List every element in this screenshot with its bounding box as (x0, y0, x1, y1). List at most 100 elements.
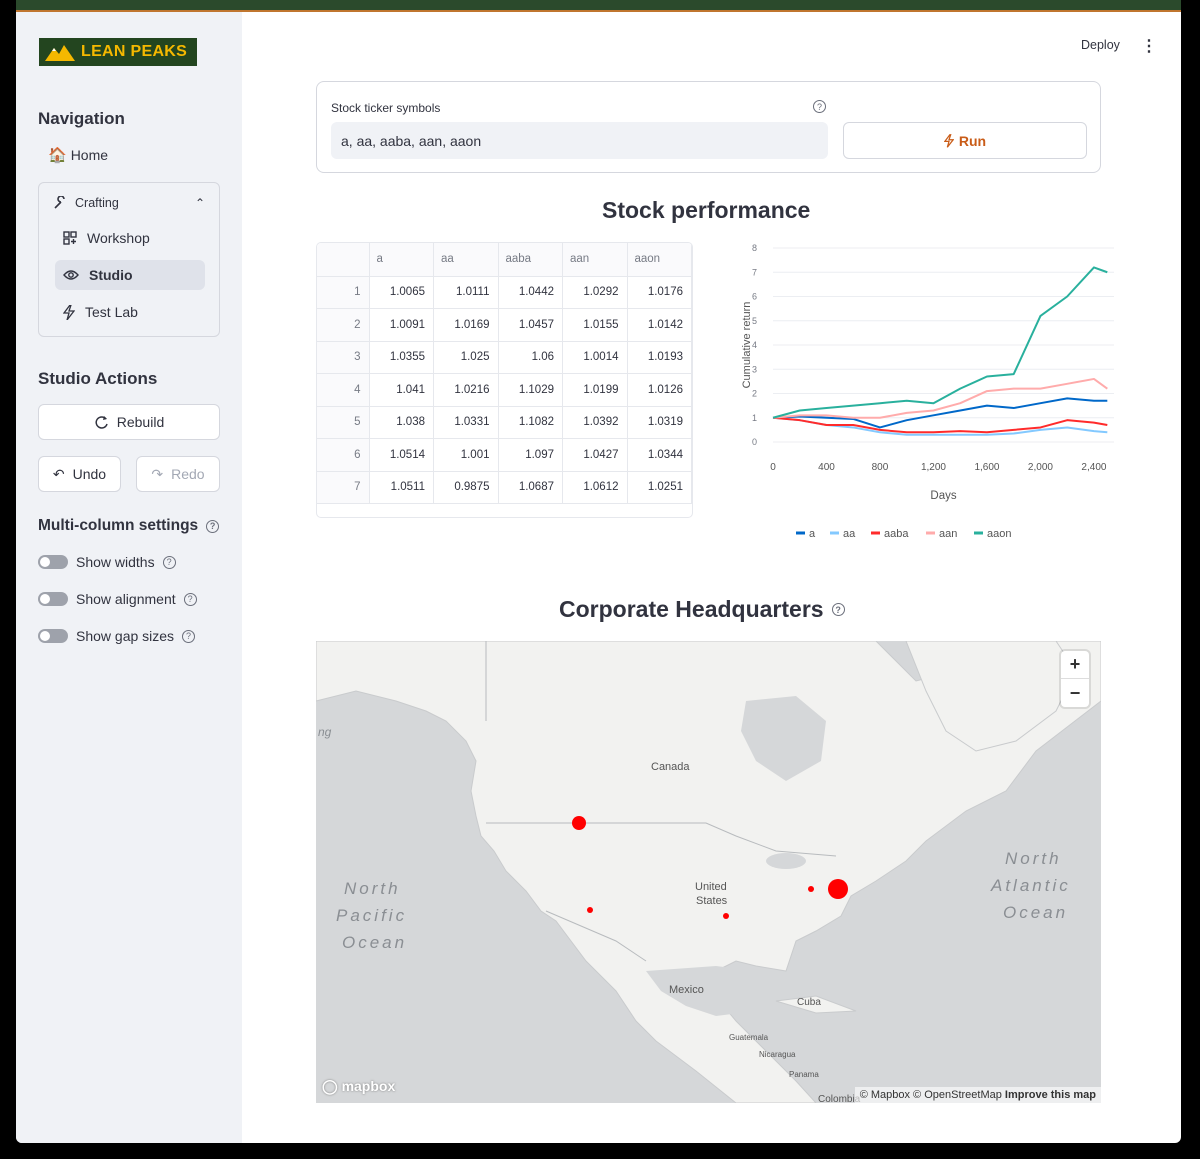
table-cell[interactable]: 1.0169 (433, 308, 499, 342)
series-line-aaba[interactable] (772, 416, 1108, 434)
table-cell[interactable]: 1.0111 (433, 276, 499, 309)
redo-button[interactable]: ↷ Redo (136, 456, 220, 492)
hq-marker[interactable] (572, 816, 586, 830)
table-cell[interactable]: 1.1082 (498, 406, 563, 439)
hq-marker[interactable] (723, 913, 729, 919)
table-cell[interactable]: 1.0392 (562, 406, 628, 439)
hq-marker[interactable] (828, 879, 848, 899)
legend-label-a[interactable]: a (809, 528, 816, 540)
column-header[interactable]: aan (562, 243, 628, 277)
help-icon[interactable]: ? (831, 603, 845, 616)
help-icon[interactable]: ? (162, 555, 176, 569)
table-row[interactable]: 5 1.038 1.0331 1.1082 1.0392 1.0319 (317, 406, 692, 439)
table-cell[interactable]: 1.0065 (369, 276, 434, 309)
table-cell[interactable]: 1.06 (498, 341, 563, 374)
help-icon[interactable]: ? (182, 629, 196, 643)
table-cell[interactable]: 0.9875 (433, 471, 499, 504)
undo-button[interactable]: ↶ Undo (38, 456, 121, 492)
row-index-cell[interactable]: 1 (317, 276, 370, 309)
rebuild-button[interactable]: Rebuild (38, 404, 220, 440)
nav-home-link[interactable]: 🏠 Home (48, 146, 108, 164)
column-header[interactable]: aaba (498, 243, 563, 277)
table-cell[interactable]: 1.0514 (369, 438, 434, 472)
table-cell[interactable]: 1.0687 (498, 471, 563, 504)
toggle-show-alignment[interactable]: Show alignment ? (38, 591, 197, 607)
help-icon[interactable]: ? (206, 519, 220, 533)
row-index-cell[interactable]: 5 (317, 406, 370, 439)
table-row[interactable]: 4 1.041 1.0216 1.1029 1.0199 1.0126 (317, 373, 692, 407)
table-cell[interactable]: 1.0142 (627, 308, 692, 342)
column-header[interactable]: a (369, 243, 434, 277)
ticker-input[interactable]: a, aa, aaba, aan, aaon (331, 122, 828, 159)
table-row[interactable]: 2 1.0091 1.0169 1.0457 1.0155 1.0142 (317, 308, 692, 342)
table-cell[interactable]: 1.0427 (562, 438, 628, 472)
table-cell[interactable]: 1.038 (369, 406, 434, 439)
performance-table[interactable]: a aa aaba aan aaon 1 1.0065 1.0111 1.0442 1.… (316, 242, 693, 518)
performance-line-chart[interactable]: 0123456780 400 800 1,200 1,600 2,000 2,400Days… (716, 240, 1116, 550)
table-row[interactable]: 3 1.0355 1.025 1.06 1.0014 1.0193 (317, 341, 692, 374)
series-line-aaon[interactable] (772, 266, 1108, 419)
toggle-switch[interactable] (38, 555, 68, 569)
nav-item-studio[interactable]: Studio (55, 260, 205, 290)
legend-label-aa[interactable]: aa (843, 528, 856, 540)
table-cell[interactable]: 1.097 (498, 438, 563, 472)
table-cell[interactable]: 1.0442 (498, 276, 563, 309)
legend-label-aan[interactable]: aan (939, 528, 957, 540)
table-cell[interactable]: 1.0292 (562, 276, 628, 309)
table-row[interactable]: 1 1.0065 1.0111 1.0442 1.0292 1.0176 (317, 276, 692, 309)
table-cell[interactable]: 1.0155 (562, 308, 628, 342)
table-cell[interactable]: 1.0199 (562, 373, 628, 407)
table-cell[interactable]: 1.0014 (562, 341, 628, 374)
table-row[interactable]: 7 1.0511 0.9875 1.0687 1.0612 1.0251 (317, 471, 692, 504)
table-cell[interactable]: 1.0511 (369, 471, 434, 504)
kebab-menu-icon[interactable]: ⋮ (1141, 36, 1157, 56)
table-cell[interactable]: 1.0612 (562, 471, 628, 504)
toggle-switch[interactable] (38, 592, 68, 606)
table-cell[interactable]: 1.0344 (627, 438, 692, 472)
row-index-cell[interactable]: 6 (317, 438, 370, 472)
map-canvas[interactable]: ng Canada United States Mexico Cuba Guat… (316, 641, 1101, 1103)
nav-item-test-lab[interactable]: Test Lab (55, 297, 205, 327)
table-cell[interactable]: 1.0216 (433, 373, 499, 407)
table-cell[interactable]: 1.001 (433, 438, 499, 472)
column-header[interactable]: aa (433, 243, 499, 277)
table-cell[interactable]: 1.0176 (627, 276, 692, 309)
row-index-cell[interactable]: 2 (317, 308, 370, 342)
attribution-text[interactable]: © Mapbox © OpenStreetMap (860, 1089, 1002, 1101)
hq-marker[interactable] (587, 907, 593, 913)
table-cell[interactable]: 1.0251 (627, 471, 692, 504)
deploy-button[interactable]: Deploy (1081, 38, 1120, 52)
run-button[interactable]: Run (843, 122, 1087, 159)
legend-label-aaon[interactable]: aaon (987, 528, 1011, 540)
table-cell[interactable]: 1.0193 (627, 341, 692, 374)
column-header[interactable]: aaon (627, 243, 692, 277)
table-cell[interactable]: 1.1029 (498, 373, 563, 407)
table-cell[interactable]: 1.0457 (498, 308, 563, 342)
help-icon[interactable]: ? (183, 592, 197, 606)
table-cell[interactable]: 1.0355 (369, 341, 434, 374)
legend-label-aaba[interactable]: aaba (884, 528, 909, 540)
crafting-group-header[interactable]: Crafting ⌃ (53, 196, 205, 210)
table-cell[interactable]: 1.0126 (627, 373, 692, 407)
toggle-show-widths[interactable]: Show widths ? (38, 554, 176, 570)
nav-item-workshop[interactable]: Workshop (55, 223, 205, 253)
mapbox-logo[interactable]: ◯ mapbox (322, 1078, 395, 1095)
help-icon[interactable]: ? (813, 100, 826, 113)
table-cell[interactable]: 1.041 (369, 373, 434, 407)
table-cell[interactable]: 1.0331 (433, 406, 499, 439)
table-cell[interactable]: 1.0091 (369, 308, 434, 342)
zoom-in-button[interactable]: + (1061, 651, 1089, 679)
toggle-show-gap-sizes[interactable]: Show gap sizes ? (38, 628, 196, 644)
row-index-cell[interactable]: 4 (317, 373, 370, 407)
series-line-aan[interactable] (772, 377, 1108, 419)
improve-map-link[interactable]: Improve this map (1005, 1089, 1096, 1101)
row-index-cell[interactable]: 7 (317, 471, 370, 504)
headquarters-map[interactable]: ng Canada United States Mexico Cuba Guat… (316, 641, 1101, 1103)
table-cell[interactable]: 1.025 (433, 341, 499, 374)
row-index-cell[interactable]: 3 (317, 341, 370, 374)
app-logo[interactable]: LEAN PEAKS (39, 38, 197, 66)
table-cell[interactable]: 1.0319 (627, 406, 692, 439)
toggle-switch[interactable] (38, 629, 68, 643)
hq-marker[interactable] (808, 886, 814, 892)
zoom-out-button[interactable]: − (1061, 679, 1089, 707)
